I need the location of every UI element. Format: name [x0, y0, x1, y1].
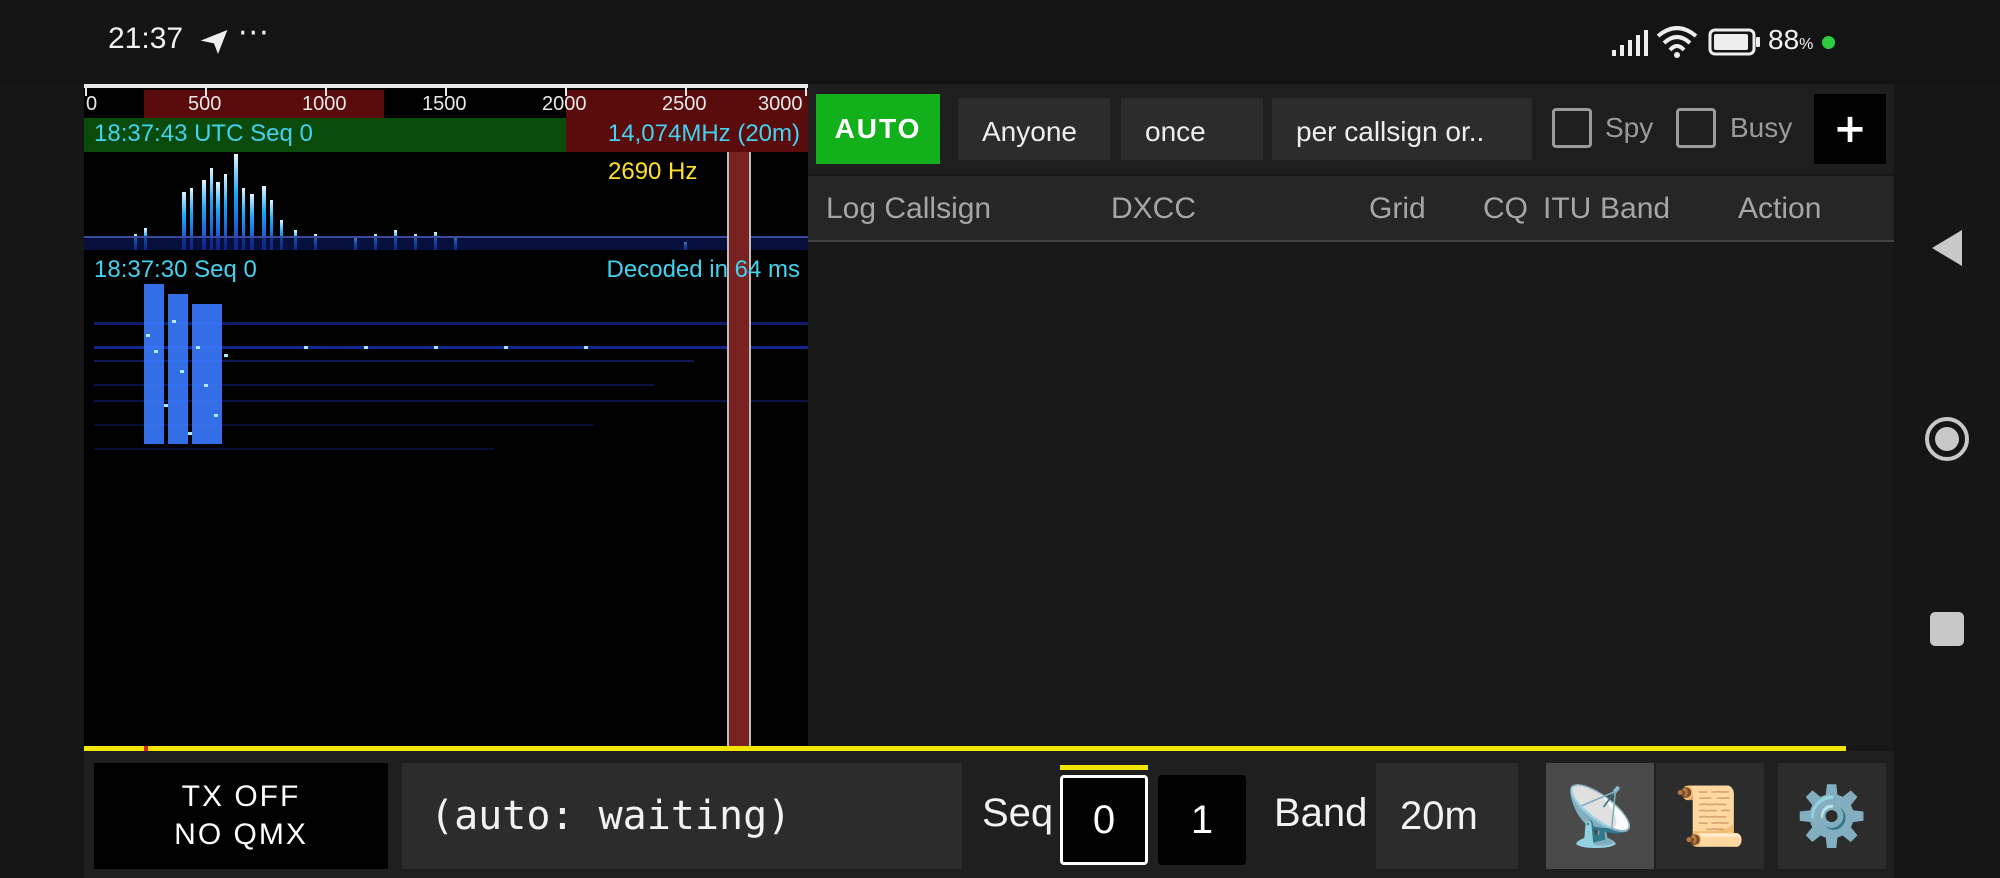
scale-tick: 1500 — [422, 93, 467, 115]
tx-status-line1: TX OFF — [181, 780, 301, 813]
column-cq[interactable]: CQ — [1483, 192, 1528, 226]
column-grid[interactable]: Grid — [1369, 192, 1426, 226]
satellite-dish-icon[interactable]: 📡 — [1546, 763, 1654, 869]
decode-seq-label: 18:37:30 Seq 0 — [94, 256, 257, 283]
gear-icon[interactable]: ⚙️ — [1778, 763, 1886, 869]
busy-checkbox[interactable] — [1676, 108, 1716, 148]
waterfall-canvas — [84, 84, 808, 748]
home-icon[interactable] — [1924, 416, 1970, 462]
column-log-callsign[interactable]: Log Callsign — [826, 192, 991, 226]
back-icon[interactable] — [1930, 228, 1964, 268]
status-bar: 21:37 ··· 88% — [0, 0, 2000, 86]
add-button[interactable]: + — [1814, 94, 1886, 164]
signal-icon — [1612, 30, 1648, 56]
tx-status-line2: NO QMX — [174, 818, 308, 851]
seq-0-button[interactable]: 0 — [1060, 775, 1148, 865]
bottom-bar: TX OFF NO QMX (auto: waiting) Seq 0 1 Ba… — [84, 751, 1894, 878]
column-band[interactable]: Band — [1600, 192, 1670, 226]
scale-tick: 2000 — [542, 93, 587, 115]
seq-label: Seq — [982, 791, 1054, 835]
waterfall-display[interactable]: 0 500 1000 1500 2000 2500 3000 18:37:43 … — [84, 84, 808, 748]
send-icon — [200, 30, 228, 54]
frequency-label: 14,074MHz (20m) — [607, 120, 800, 147]
status-time: 21:37 — [108, 22, 184, 55]
scale-tick: 0 — [86, 93, 98, 115]
busy-label: Busy — [1730, 112, 1793, 143]
band-select[interactable]: 20m — [1376, 763, 1518, 869]
decoded-time-label: Decoded in 64 ms — [606, 256, 800, 283]
band-label: Band — [1274, 791, 1368, 835]
battery-icon — [1708, 28, 1760, 56]
tx-status-button[interactable]: TX OFF NO QMX — [94, 763, 388, 869]
top-toolbar: AUTO Anyone once per callsign or.. Spy B… — [808, 84, 1894, 174]
auto-button[interactable]: AUTO — [816, 94, 940, 164]
more-notifications-icon: ··· — [238, 16, 270, 51]
utc-seq-label: 18:37:43 UTC Seq 0 — [94, 120, 313, 147]
recent-apps-icon[interactable] — [1930, 612, 1964, 646]
spy-checkbox[interactable] — [1552, 108, 1592, 148]
seq-active-indicator — [1060, 765, 1148, 770]
column-itu[interactable]: ITU — [1543, 192, 1591, 226]
seq-1-button[interactable]: 1 — [1158, 775, 1246, 865]
column-dxcc[interactable]: DXCC — [1111, 192, 1196, 226]
log-table-body[interactable] — [808, 244, 1894, 748]
auto-status-text: (auto: waiting) — [402, 763, 962, 869]
repeat-select[interactable]: once — [1121, 98, 1263, 160]
mode-select[interactable]: per callsign or.. — [1272, 98, 1532, 160]
scale-tick: 500 — [188, 93, 222, 115]
scale-tick: 3000 — [758, 93, 803, 115]
target-select[interactable]: Anyone — [958, 98, 1110, 160]
spy-label: Spy — [1605, 112, 1654, 143]
scale-tick: 2500 — [662, 93, 707, 115]
charging-dot — [1822, 36, 1835, 49]
cursor-hz-label: 2690 Hz — [608, 158, 698, 185]
tx-cursor-band — [728, 152, 750, 748]
log-table-header: Log Callsign DXCC Grid CQ ITU Band Actio… — [808, 176, 1894, 242]
scale-line — [84, 84, 808, 88]
scale-tick: 1000 — [302, 93, 347, 115]
tx-band-top — [144, 90, 384, 118]
column-action[interactable]: Action — [1738, 192, 1821, 226]
scroll-icon[interactable]: 📜 — [1656, 763, 1764, 869]
wifi-icon — [1656, 26, 1698, 58]
battery-percent: 88% — [1768, 24, 1814, 55]
